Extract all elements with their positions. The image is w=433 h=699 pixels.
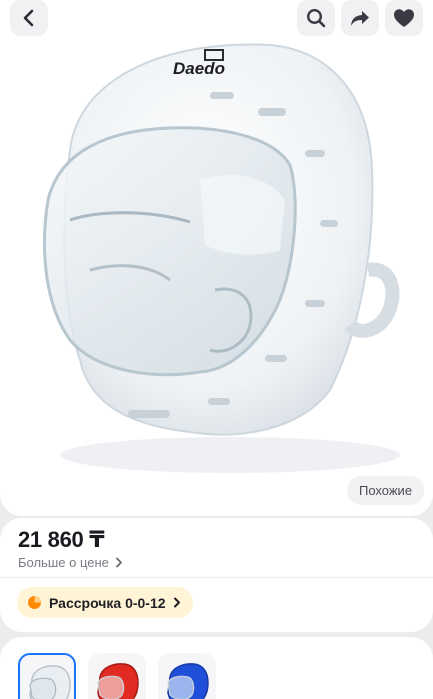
search-button[interactable] bbox=[297, 0, 335, 36]
share-button[interactable] bbox=[341, 0, 379, 36]
chevron-right-icon bbox=[115, 557, 122, 568]
back-button[interactable] bbox=[10, 0, 48, 36]
price: 21 860 ₸ bbox=[18, 527, 105, 552]
variants-card bbox=[0, 637, 433, 699]
similar-button[interactable]: Похожие bbox=[347, 476, 425, 505]
pie-chart-icon bbox=[28, 596, 41, 609]
heart-icon bbox=[394, 9, 414, 27]
price-card: 21 860 ₸ Больше о цене Рассрочка 0-0-12 bbox=[0, 518, 433, 632]
search-icon bbox=[306, 8, 326, 28]
share-arrow-icon bbox=[351, 11, 369, 26]
variant-red[interactable] bbox=[88, 653, 146, 699]
helmet-thumbnail bbox=[97, 663, 139, 699]
helmet-thumbnail bbox=[167, 663, 209, 699]
installment-label: Рассрочка 0-0-12 bbox=[49, 594, 166, 611]
favorite-button[interactable] bbox=[385, 0, 423, 36]
more-price-link[interactable]: Больше о цене bbox=[18, 555, 123, 570]
helmet-thumbnail bbox=[29, 665, 71, 699]
product-image-area[interactable]: Daedo Похожие bbox=[0, 0, 433, 516]
chevron-right-icon bbox=[173, 597, 180, 608]
installment-button[interactable]: Рассрочка 0-0-12 bbox=[17, 587, 193, 618]
brand-logo: Daedo bbox=[173, 59, 225, 78]
divider bbox=[0, 577, 433, 578]
helmet-photo[interactable]: Daedo bbox=[0, 0, 433, 516]
chevron-left-icon bbox=[23, 9, 34, 27]
variant-blue[interactable] bbox=[158, 653, 216, 699]
variant-white[interactable] bbox=[18, 653, 76, 699]
more-price-label: Больше о цене bbox=[18, 555, 109, 570]
